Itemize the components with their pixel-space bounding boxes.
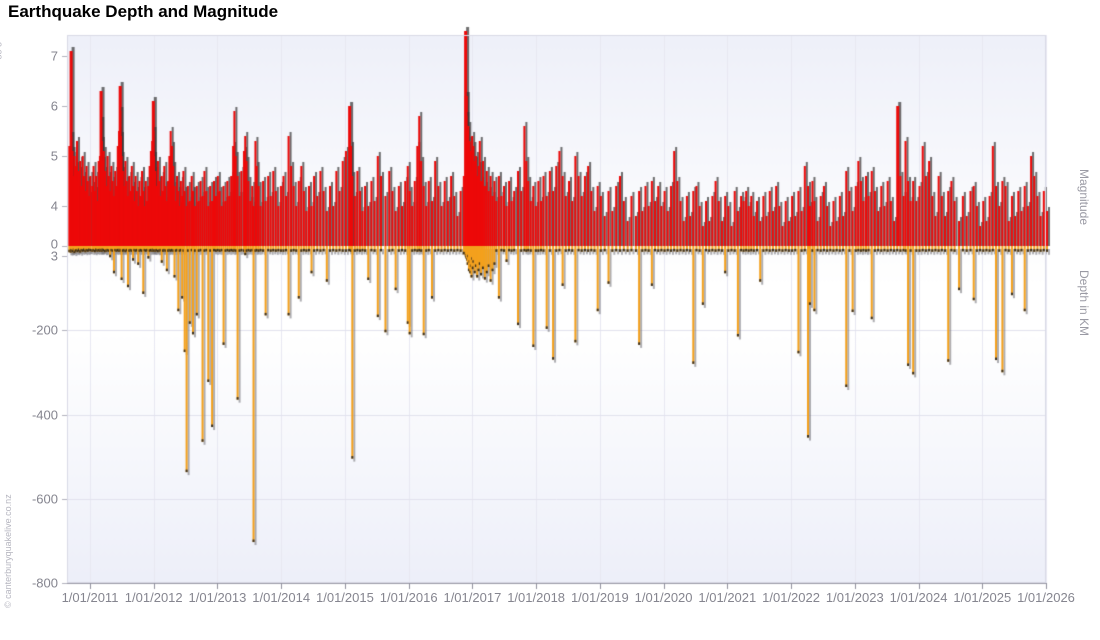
earthquake-chart: Earthquake Depth and Magnitude 8:28pm © … xyxy=(0,0,1100,640)
chart-plot-canvas[interactable] xyxy=(0,0,1100,640)
